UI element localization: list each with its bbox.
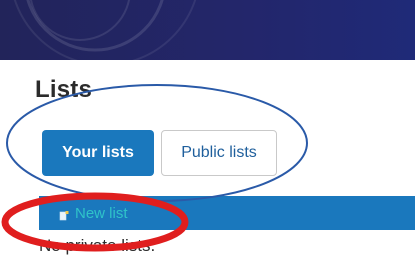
lists-toolbar: New list bbox=[39, 196, 415, 230]
banner-decoration bbox=[13, 0, 197, 60]
new-list-label: New list bbox=[75, 204, 128, 222]
empty-state-text: No private lists. bbox=[39, 236, 156, 255]
header-banner bbox=[0, 0, 415, 60]
tab-your-lists[interactable]: Your lists bbox=[42, 130, 154, 176]
new-document-icon bbox=[59, 208, 69, 221]
new-list-link[interactable]: New list bbox=[59, 196, 128, 230]
tab-public-lists[interactable]: Public lists bbox=[161, 130, 277, 176]
page: Lists Your lists Public lists New list N… bbox=[0, 0, 415, 264]
page-title: Lists bbox=[35, 76, 93, 103]
